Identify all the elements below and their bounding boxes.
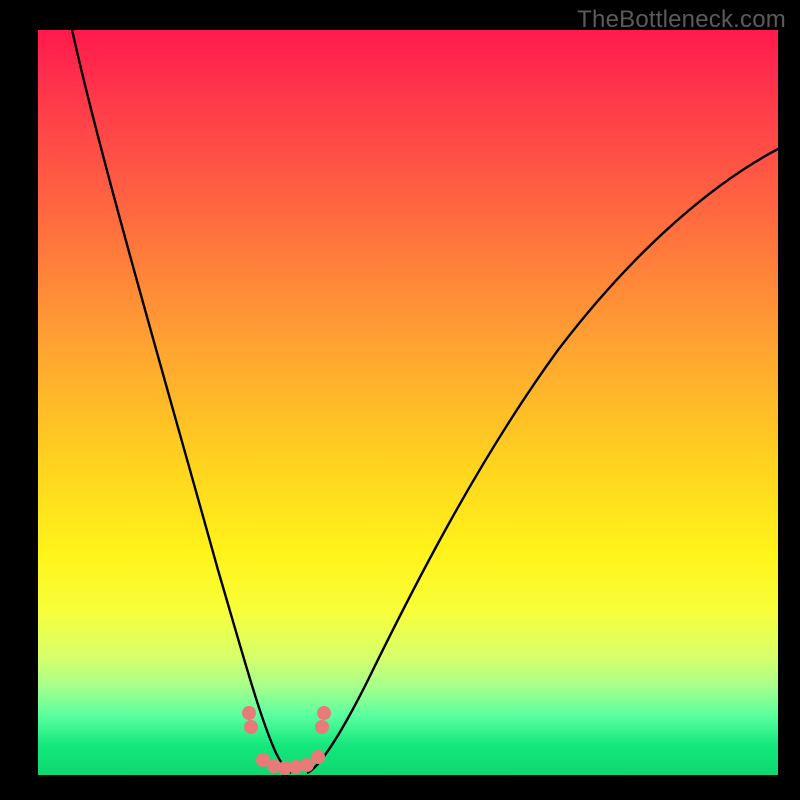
chart-frame: TheBottleneck.com bbox=[0, 0, 800, 800]
right-branch-line bbox=[307, 148, 778, 773]
curve-svg bbox=[38, 30, 778, 775]
left-branch-line bbox=[71, 30, 291, 773]
plot-area bbox=[38, 30, 778, 775]
